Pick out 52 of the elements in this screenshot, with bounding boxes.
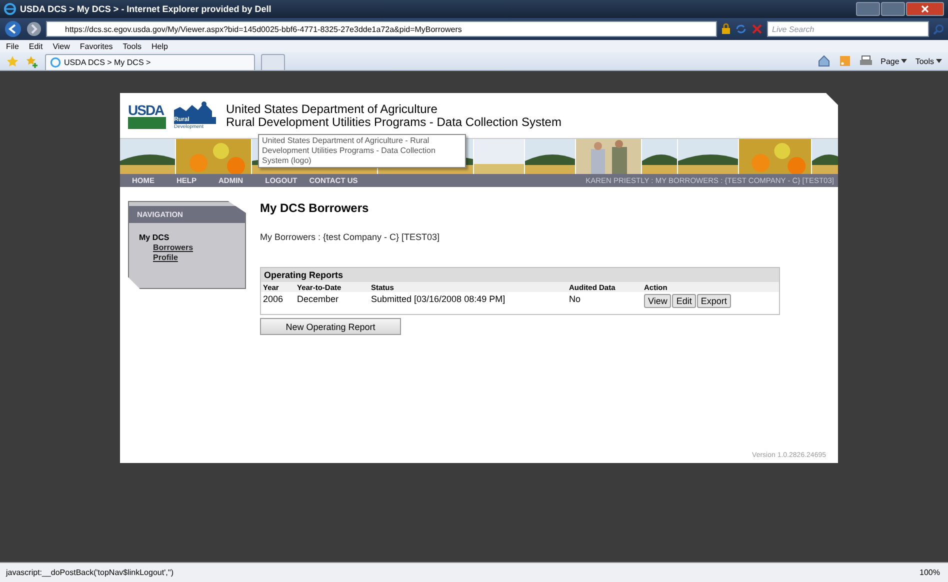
menu-item[interactable]: File	[6, 42, 19, 50]
command-button[interactable]: Page	[880, 56, 908, 66]
command-button[interactable]: Tools	[915, 56, 942, 66]
search-field[interactable]: Live Search	[767, 21, 929, 37]
nav-link[interactable]: Profile	[153, 253, 178, 263]
page-heading: My DCS Borrowers	[260, 201, 369, 215]
new-report-button[interactable]: New Operating Report	[260, 318, 401, 335]
feed-icon[interactable]	[838, 55, 851, 67]
lock-icon[interactable]	[721, 23, 731, 35]
browser-logo-icon	[4, 3, 16, 15]
search-icon[interactable]	[933, 24, 944, 34]
forward-icon[interactable]	[26, 21, 42, 37]
zoom-button[interactable]: 100%	[920, 568, 940, 577]
caret-icon[interactable]	[901, 59, 908, 63]
menu-item[interactable]: Edit	[28, 42, 43, 50]
borrower-text: My Borrowers : {test Company - C} [TEST03]	[260, 232, 440, 242]
favorites-star-icon[interactable]	[6, 54, 19, 68]
close-button[interactable]	[906, 2, 944, 16]
home-icon[interactable]	[816, 55, 831, 67]
add-favorite-icon[interactable]	[25, 54, 39, 68]
menu-item[interactable]: Tools	[122, 42, 142, 50]
refresh-icon[interactable]	[735, 23, 747, 35]
window-title: USDA DCS > My DCS > - Internet Explorer provided by Dell	[20, 4, 272, 14]
browser-tab[interactable]: USDA DCS > My DCS >	[45, 54, 255, 70]
menu-item[interactable]: Favorites	[80, 42, 113, 50]
menu-item[interactable]: Help	[151, 42, 168, 50]
address-field[interactable]: https://dcs.sc.egov.usda.gov/My/Viewer.aspx?bid=145d0025-bbf6-4771-8325-27e3dde1a72a&pid=MyBorrowers	[46, 21, 717, 37]
site-title: Rural Development Utilities Programs - Data Collection System	[226, 116, 562, 128]
stop-icon[interactable]	[751, 23, 763, 35]
table-cell-text: 2006	[263, 294, 284, 304]
maximize-button[interactable]	[881, 2, 905, 16]
back-icon[interactable]	[4, 20, 22, 38]
page-icon[interactable]	[50, 57, 61, 68]
status-text: javascript:__doPostBack('topNav$linkLogout','')	[6, 568, 175, 577]
nav-heading: My DCS	[139, 233, 170, 243]
usda-logo: USDA	[128, 102, 166, 128]
site-title: United States Department of Agriculture	[226, 102, 438, 116]
table-cell-text: December	[297, 294, 340, 304]
minimize-button[interactable]	[856, 2, 880, 16]
action-button[interactable]: Edit	[672, 294, 696, 308]
table-cell-text: No	[569, 294, 582, 304]
close-icon[interactable]	[921, 5, 929, 13]
caret-icon[interactable]	[936, 59, 942, 63]
print-icon[interactable]	[858, 55, 873, 67]
browser-tab[interactable]	[261, 54, 285, 70]
nav-link[interactable]: Borrowers	[153, 243, 194, 253]
table-title: Operating Reports	[261, 268, 779, 282]
action-button[interactable]: Export	[696, 294, 731, 308]
tooltip: United States Department of Agriculture - Rural Development Utilities Programs - Data Collection System (logo)	[258, 134, 466, 168]
menu-item[interactable]: View	[52, 42, 70, 50]
table-cell-text: Submitted [03/16/2008 08:49 PM]	[371, 294, 506, 304]
action-button[interactable]: View	[644, 294, 672, 308]
